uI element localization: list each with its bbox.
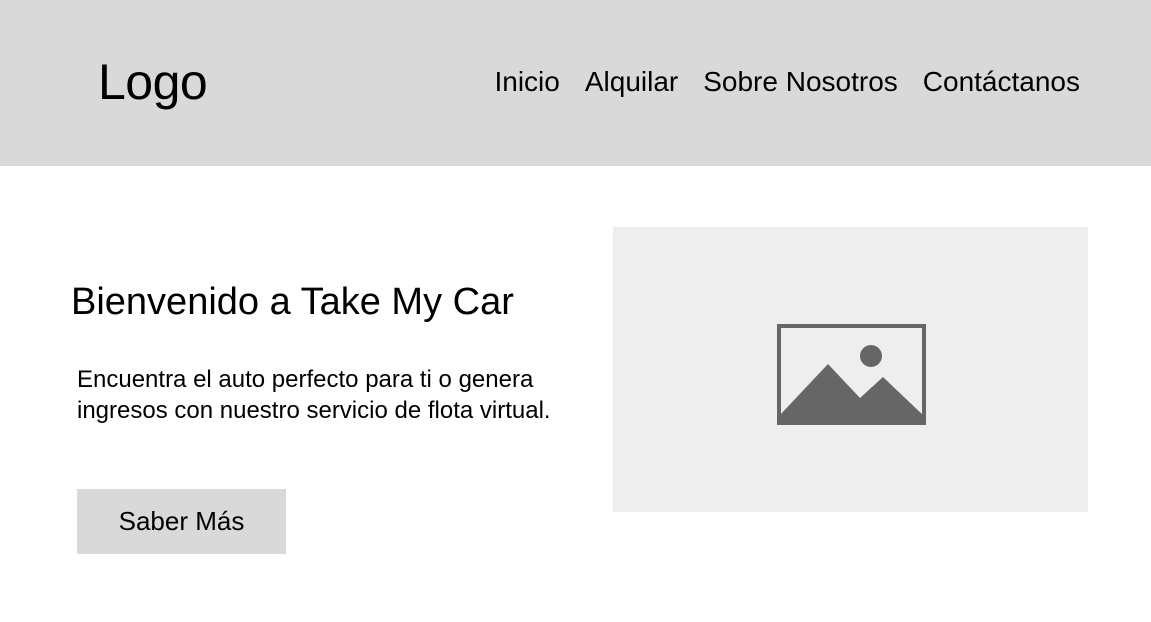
nav-item-inicio[interactable]: Inicio — [494, 64, 559, 100]
image-placeholder-icon — [777, 324, 926, 425]
site-header: Logo Inicio Alquilar Sobre Nosotros Cont… — [0, 0, 1151, 166]
nav-item-alquilar[interactable]: Alquilar — [585, 64, 678, 100]
hero-title: Bienvenido a Take My Car — [71, 281, 514, 323]
nav-item-contactanos[interactable]: Contáctanos — [923, 64, 1080, 100]
nav-item-sobre-nosotros[interactable]: Sobre Nosotros — [703, 64, 898, 100]
saber-mas-button[interactable]: Saber Más — [77, 489, 286, 554]
hero-description: Encuentra el auto perfecto para ti o gen… — [77, 366, 551, 424]
main-nav: Inicio Alquilar Sobre Nosotros Contáctan… — [494, 64, 1080, 100]
hero-image-placeholder — [613, 227, 1088, 512]
logo[interactable]: Logo — [98, 52, 208, 112]
